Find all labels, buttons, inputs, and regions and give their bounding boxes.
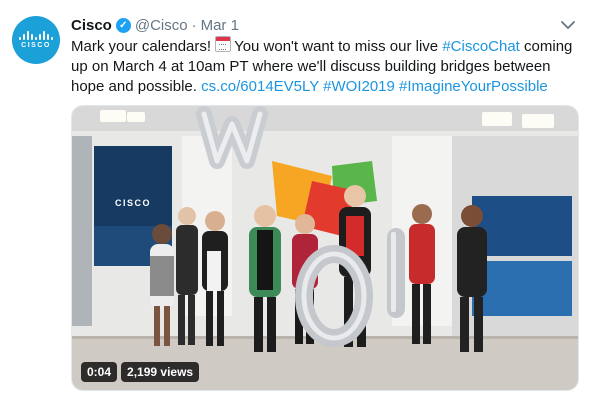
header-separator: · [191,16,197,34]
screen-cisco-logo: CISCO [115,198,151,208]
hashtag-imagineyourpossible[interactable]: #ImagineYourPossible [399,78,548,95]
author-name[interactable]: Cisco [71,17,112,34]
tweet-link[interactable]: cs.co/6014EV5LY [201,78,319,95]
hashtag-woi2019[interactable]: #WOI2019 [323,78,395,95]
tweet-date[interactable]: Mar 1 [201,17,239,34]
verified-badge-icon: ✓ [115,17,131,33]
tweet-header: Cisco ✓ @Cisco · Mar 1 [71,15,239,35]
hashtag-ciscochat[interactable]: #CiscoChat [442,38,520,55]
author-handle[interactable]: @Cisco [135,17,188,34]
video-frame: CISCO [72,106,578,390]
tweet-text-part1: Mark your calendars! [71,38,212,55]
tweet-text: Mark your calendars! You won't want to mi… [71,36,581,97]
video-duration: 0:04 [81,362,118,382]
calendar-emoji-icon [215,36,232,52]
video-view-count: 2,199 views [121,362,200,382]
chevron-down-icon[interactable] [561,18,575,32]
avatar[interactable]: CISCO [12,16,60,64]
video-player[interactable]: CISCO 0:04 2,199 views [71,105,579,391]
video-stats: 0:04 2,199 views [81,362,200,382]
cisco-logo-bars [19,31,53,40]
tweet-text-part2: You won't want to miss our live [234,38,439,55]
avatar-logo-text: CISCO [21,42,51,49]
